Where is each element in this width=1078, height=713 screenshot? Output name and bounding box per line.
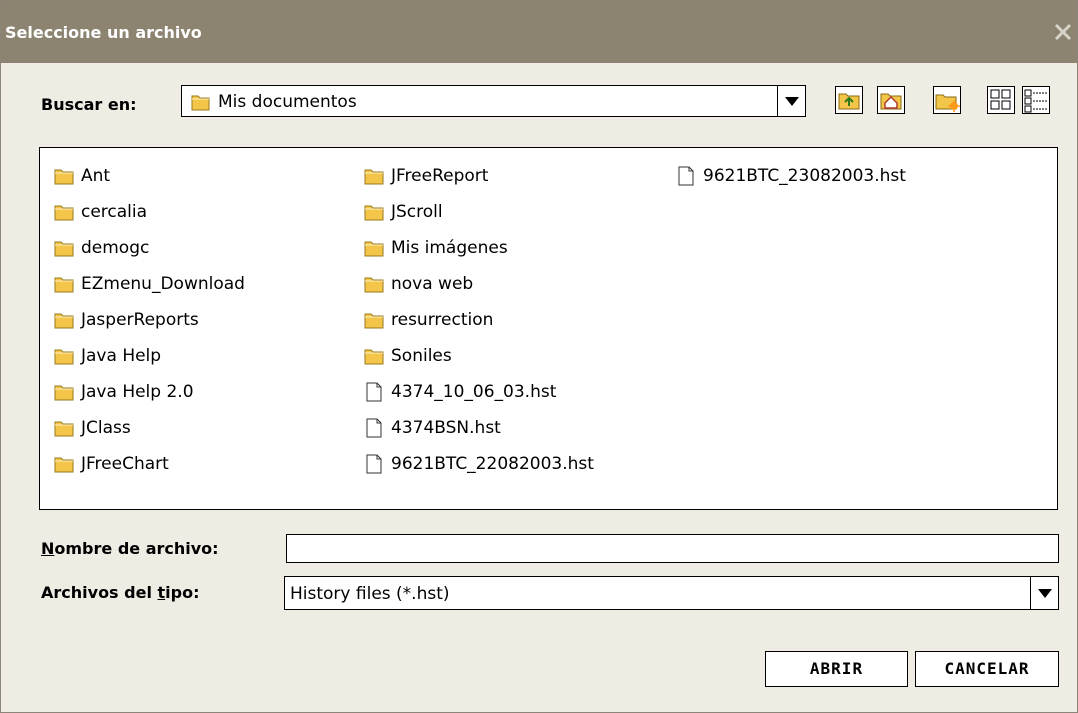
list-item[interactable]: JFreeChart — [53, 453, 169, 475]
file-name: Mis imágenes — [391, 238, 508, 258]
folder-icon — [54, 313, 74, 329]
folder-icon — [364, 313, 384, 329]
file-name: JClass — [81, 418, 131, 438]
folder-icon — [54, 385, 74, 401]
folder-icon — [54, 169, 74, 185]
file-name: Java Help 2.0 — [81, 382, 194, 402]
file-name: JFreeChart — [81, 454, 169, 474]
list-item[interactable]: resurrection — [363, 309, 493, 331]
file-icon — [366, 454, 382, 474]
folder-icon — [364, 349, 384, 365]
file-name: Java Help — [81, 346, 162, 366]
home-icon — [877, 86, 905, 114]
folder-icon — [364, 169, 384, 185]
folder-icon — [54, 349, 74, 365]
file-name: resurrection — [391, 310, 494, 330]
list-item[interactable]: demogc — [53, 237, 149, 259]
list-item[interactable]: JasperReports — [53, 309, 199, 331]
details-view-icon — [1022, 86, 1050, 114]
up-folder-icon — [835, 86, 863, 114]
folder-icon — [190, 91, 212, 117]
filetype-combo[interactable]: History files (*.hst) — [284, 576, 1059, 610]
list-item[interactable]: cercalia — [53, 201, 147, 223]
file-name: JFreeReport — [391, 166, 489, 186]
file-name: nova web — [391, 274, 474, 294]
list-item[interactable]: Ant — [53, 165, 110, 187]
list-item[interactable]: Mis imágenes — [363, 237, 508, 259]
list-item[interactable]: JClass — [53, 417, 131, 439]
file-name: 4374BSN.hst — [391, 418, 501, 438]
new-folder-icon — [933, 86, 961, 114]
file-name: EZmenu_Download — [81, 274, 245, 294]
chevron-down-icon — [785, 97, 799, 106]
list-view-icon — [987, 86, 1015, 114]
folder-icon — [54, 277, 74, 293]
file-chooser-dialog: Seleccione un archivo Buscar en: Mis doc… — [0, 0, 1078, 713]
look-in-dropdown-button[interactable] — [777, 86, 805, 116]
file-icon — [366, 382, 382, 402]
filetype-label: Archivos del tipo: — [41, 583, 200, 602]
file-name: demogc — [81, 238, 150, 258]
filetype-value: History files (*.hst) — [290, 584, 450, 604]
filetype-label-pre: Archivos del — [41, 583, 158, 602]
list-item[interactable]: Java Help — [53, 345, 161, 367]
list-view-button[interactable] — [987, 86, 1015, 114]
list-item[interactable]: nova web — [363, 273, 473, 295]
folder-icon — [54, 205, 74, 221]
list-item[interactable]: JFreeReport — [363, 165, 488, 187]
look-in-value: Mis documentos — [218, 92, 357, 112]
filename-input[interactable] — [286, 534, 1059, 563]
file-name: Ant — [81, 166, 111, 186]
list-item[interactable]: 4374BSN.hst — [363, 417, 501, 439]
folder-icon — [54, 241, 74, 257]
look-in-label: Buscar en: — [41, 95, 137, 114]
folder-icon — [364, 277, 384, 293]
folder-icon — [54, 421, 74, 437]
filename-label: Nombre de archivo: — [41, 539, 219, 558]
look-in-combo[interactable]: Mis documentos — [181, 85, 806, 117]
dialog-title: Seleccione un archivo — [5, 23, 202, 42]
home-button[interactable] — [877, 86, 905, 114]
filetype-dropdown-button[interactable] — [1030, 577, 1058, 609]
chevron-down-icon — [1038, 589, 1052, 598]
file-name: JScroll — [391, 202, 443, 222]
list-item[interactable]: Java Help 2.0 — [53, 381, 194, 403]
folder-icon — [364, 205, 384, 221]
list-item[interactable]: EZmenu_Download — [53, 273, 245, 295]
file-list[interactable]: Ant cercalia demogc EZmenu_Download Jasp… — [39, 147, 1058, 510]
list-item[interactable]: 4374_10_06_03.hst — [363, 381, 556, 403]
list-item[interactable]: 9621BTC_23082003.hst — [675, 165, 906, 187]
list-item[interactable]: JScroll — [363, 201, 443, 223]
details-view-button[interactable] — [1022, 86, 1050, 114]
filetype-label-post: ipo: — [165, 583, 200, 602]
file-name: 9621BTC_22082003.hst — [391, 454, 594, 474]
file-name: JasperReports — [81, 310, 199, 330]
list-item[interactable]: 9621BTC_22082003.hst — [363, 453, 594, 475]
file-name: 4374_10_06_03.hst — [391, 382, 557, 402]
file-name: cercalia — [81, 202, 148, 222]
filename-label-text: ombre de archivo: — [54, 539, 219, 558]
close-icon[interactable] — [1051, 18, 1075, 46]
list-item[interactable]: Soniles — [363, 345, 452, 367]
folder-icon — [364, 241, 384, 257]
open-button[interactable]: ABRIR — [765, 651, 908, 687]
up-folder-button[interactable] — [835, 86, 863, 114]
file-name: 9621BTC_23082003.hst — [703, 166, 906, 186]
file-icon — [678, 166, 694, 186]
folder-icon — [54, 457, 74, 473]
new-folder-button[interactable] — [933, 86, 961, 114]
file-name: Soniles — [391, 346, 452, 366]
filename-label-mnemonic: N — [41, 539, 55, 558]
title-bar[interactable]: Seleccione un archivo — [1, 1, 1077, 63]
cancel-button[interactable]: CANCELAR — [915, 651, 1059, 687]
file-icon — [366, 418, 382, 438]
